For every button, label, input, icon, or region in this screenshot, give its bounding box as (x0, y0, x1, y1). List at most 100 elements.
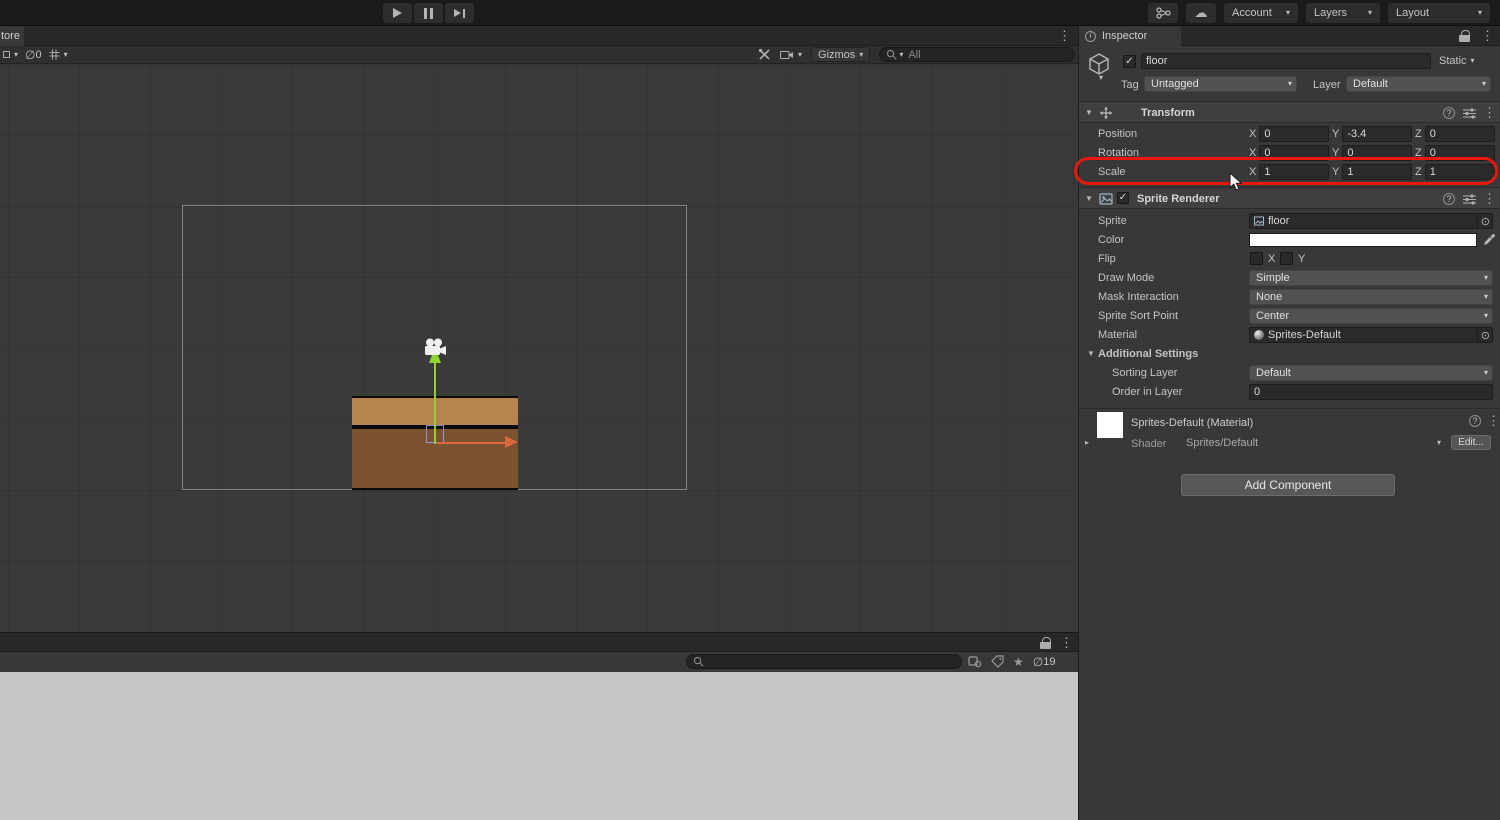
camera-gizmo-icon[interactable] (423, 338, 447, 356)
layer-dropdown[interactable]: Default ▾ (1346, 76, 1491, 92)
color-swatch[interactable] (1249, 233, 1477, 247)
search-by-label-icon[interactable] (991, 655, 1004, 668)
component-enabled-checkbox[interactable]: ✓ (1117, 192, 1129, 204)
help-icon[interactable]: ? (1443, 193, 1455, 205)
help-icon[interactable]: ? (1443, 107, 1455, 119)
inspector-menu-kebab-icon[interactable]: ⋮ (1481, 29, 1494, 42)
play-icon (393, 8, 402, 18)
presets-icon[interactable] (1463, 194, 1476, 205)
sprite-renderer-header[interactable]: ▼ ✓ Sprite Renderer ? ⋮ (1079, 187, 1500, 209)
material-kebab-icon[interactable]: ⋮ (1487, 414, 1500, 427)
static-dropdown[interactable]: Static▾ (1439, 55, 1475, 67)
chevron-down-icon: ▾ (1437, 439, 1441, 447)
rotation-x-field[interactable]: 0 (1259, 145, 1329, 161)
edit-button[interactable]: Edit... (1451, 435, 1491, 450)
sorting-layer-row: Sorting Layer Default▾ (1079, 364, 1500, 383)
material-foldout-icon[interactable]: ▸ (1085, 439, 1089, 447)
scene-visibility-toggle[interactable]: ∅0 (25, 48, 42, 62)
presets-icon[interactable] (1463, 108, 1476, 119)
flip-x-checkbox[interactable] (1250, 252, 1263, 265)
position-z-field[interactable]: 0 (1425, 126, 1495, 142)
sorting-layer-dropdown[interactable]: Default▾ (1249, 365, 1493, 381)
material-object-field[interactable]: Sprites-Default ⊙ (1249, 327, 1493, 343)
cloud-button[interactable]: ☁ (1186, 3, 1216, 23)
position-x-field[interactable]: 0 (1259, 126, 1329, 142)
material-label: Material (1098, 329, 1137, 341)
project-visibility-toggle[interactable]: ∅19 (1033, 655, 1056, 669)
gameobject-icon-caret[interactable]: ▾ (1099, 74, 1103, 82)
lock-icon[interactable] (1040, 637, 1051, 649)
mask-interaction-row: Mask Interaction None▾ (1079, 288, 1500, 307)
lock-icon[interactable] (1459, 30, 1470, 42)
layer-label: Layer (1313, 79, 1341, 91)
scene-menu-kebab-icon[interactable]: ⋮ (1058, 29, 1071, 42)
sorting-layer-value: Default (1256, 367, 1291, 379)
transform-header[interactable]: ▼ Transform ? ⋮ (1079, 101, 1500, 123)
x-axis-arrowhead[interactable] (505, 436, 518, 448)
foldout-icon[interactable]: ▼ (1087, 350, 1095, 358)
gameobject-name-field[interactable]: floor (1141, 53, 1431, 69)
version-control-icon (1156, 7, 1171, 19)
scene-camera-dropdown[interactable]: ▾ (780, 50, 802, 60)
rotation-y-field[interactable]: 0 (1342, 145, 1412, 161)
search-by-type-icon[interactable] (968, 655, 982, 668)
gameobject-header: ▾ ✓ floor Static▾ Tag Untagged▾ Layer De… (1079, 46, 1500, 101)
active-checkbox[interactable]: ✓ (1123, 55, 1136, 68)
scale-y-field[interactable]: 1 (1342, 164, 1412, 180)
sprite-object-field[interactable]: floor ⊙ (1249, 213, 1493, 229)
account-dropdown[interactable]: Account▾ (1224, 3, 1298, 23)
mask-interaction-dropdown[interactable]: None▾ (1249, 289, 1493, 305)
additional-settings-row[interactable]: ▼ Additional Settings (1079, 345, 1500, 364)
chevron-down-icon: ▾ (14, 51, 18, 59)
gizmos-dropdown[interactable]: Gizmos▾ (811, 47, 870, 62)
eyedropper-icon[interactable] (1483, 233, 1495, 246)
pause-button[interactable] (414, 3, 443, 23)
position-row: Position X0 Y-3.4 Z0 (1079, 125, 1500, 144)
tab-inspector[interactable]: i Inspector (1079, 26, 1181, 46)
component-kebab-icon[interactable]: ⋮ (1483, 106, 1496, 119)
tools-icon[interactable] (758, 48, 771, 61)
sorting-layer-label: Sorting Layer (1112, 367, 1177, 379)
foldout-icon[interactable]: ▼ (1085, 195, 1093, 203)
chevron-down-icon: ▾ (64, 51, 68, 59)
x-axis-arrow[interactable] (437, 442, 505, 444)
y-axis-arrow[interactable] (434, 363, 436, 444)
foldout-icon[interactable]: ▼ (1085, 109, 1093, 117)
sprite-sort-point-dropdown[interactable]: Center▾ (1249, 308, 1493, 324)
rotation-z-field[interactable]: 0 (1425, 145, 1495, 161)
play-button[interactable] (383, 3, 412, 23)
scene-view[interactable] (0, 64, 1078, 632)
tag-dropdown[interactable]: Untagged▾ (1144, 76, 1297, 92)
chevron-down-icon: ▾ (1482, 80, 1486, 88)
order-in-layer-field[interactable]: 0 (1249, 384, 1493, 400)
save-search-star-icon[interactable]: ★ (1013, 655, 1024, 669)
object-picker-icon[interactable]: ⊙ (1477, 328, 1490, 342)
hidden-count: 0 (35, 49, 41, 61)
step-button[interactable] (445, 3, 474, 23)
flip-y-checkbox[interactable] (1280, 252, 1293, 265)
shader-dropdown[interactable]: Sprites/Default ▾ (1186, 435, 1441, 451)
version-control-button[interactable] (1148, 3, 1178, 23)
project-menu-kebab-icon[interactable]: ⋮ (1060, 636, 1073, 649)
order-in-layer-row: Order in Layer 0 (1079, 383, 1500, 402)
object-picker-icon[interactable]: ⊙ (1477, 214, 1490, 228)
draw-mode-dropdown[interactable]: Simple▾ (1249, 270, 1493, 286)
scale-z-field[interactable]: 1 (1425, 164, 1495, 180)
help-icon[interactable]: ? (1469, 415, 1481, 427)
flip-y-label: Y (1298, 253, 1305, 265)
shading-mode-dropdown[interactable]: ▾ (3, 51, 18, 59)
account-label: Account (1232, 7, 1272, 19)
add-component-button[interactable]: Add Component (1181, 474, 1395, 496)
axis-y-label: Y (1332, 128, 1339, 140)
order-in-layer-label: Order in Layer (1112, 386, 1182, 398)
grid-settings-dropdown[interactable]: ▾ (49, 49, 68, 60)
scene-search-input[interactable]: ▾ All (879, 47, 1075, 62)
scale-x-field[interactable]: 1 (1259, 164, 1329, 180)
layer-value: Default (1353, 78, 1388, 90)
tab-asset-store[interactable]: tore (0, 26, 24, 46)
component-kebab-icon[interactable]: ⋮ (1483, 192, 1496, 205)
position-y-field[interactable]: -3.4 (1342, 126, 1412, 142)
layers-dropdown[interactable]: Layers▾ (1306, 3, 1380, 23)
layout-dropdown[interactable]: Layout▾ (1388, 3, 1490, 23)
project-search-input[interactable] (686, 654, 962, 669)
